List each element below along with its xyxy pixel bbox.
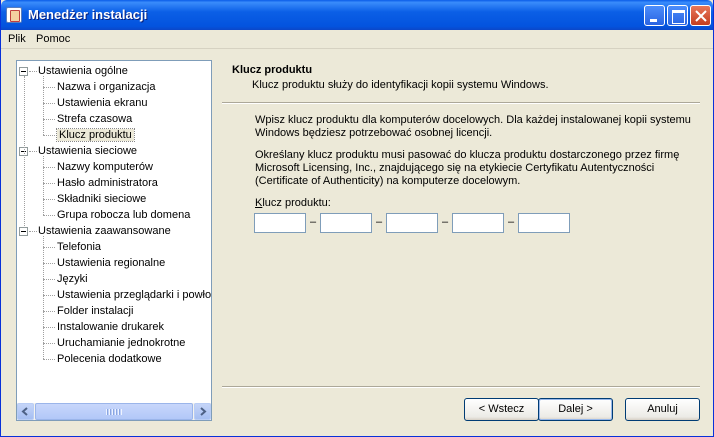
tree-item[interactable]: Uruchamianie jednokrotne — [57, 336, 185, 350]
product-key-field-1[interactable] — [254, 213, 306, 233]
tree-item-label: Grupa robocza lub domena — [57, 209, 191, 221]
back-button[interactable]: < Wstecz — [464, 398, 539, 421]
tree-item[interactable]: Nazwa i organizacja — [57, 80, 155, 94]
key-separator: – — [507, 216, 515, 228]
menu-bar: Plik Pomoc — [1, 30, 713, 49]
tree-group-0[interactable]: Ustawienia ogólne — [38, 64, 128, 78]
tree-item-label: Strefa czasowa — [57, 113, 133, 125]
maximize-button[interactable] — [667, 5, 688, 26]
next-button[interactable]: Dalej > — [538, 398, 613, 421]
product-key-field-4[interactable] — [452, 213, 504, 233]
tree-item[interactable]: Hasło administratora — [57, 176, 158, 190]
tree-item[interactable]: Instalowanie drukarek — [57, 320, 164, 334]
product-key-field-5[interactable] — [518, 213, 570, 233]
product-key-field-3[interactable] — [386, 213, 438, 233]
page-header: Klucz produktu Klucz produktu służy do i… — [222, 60, 700, 102]
tree-item-label: Nazwy komputerów — [57, 161, 153, 173]
tree-item[interactable]: Języki — [57, 272, 88, 286]
tree-item-label: Instalowanie drukarek — [57, 321, 165, 333]
page-title: Klucz produktu — [232, 64, 313, 76]
cancel-button[interactable]: Anuluj — [625, 398, 700, 421]
tree-item-label: Hasło administratora — [57, 177, 158, 189]
tree-item-label: Polecenia dodatkowe — [57, 353, 162, 365]
menu-help[interactable]: Pomoc — [36, 33, 70, 45]
app-icon — [6, 7, 22, 23]
footer-divider — [222, 386, 700, 388]
menu-file[interactable]: Plik — [8, 33, 26, 45]
tree-item[interactable]: Ustawienia ekranu — [57, 96, 148, 110]
close-icon — [695, 10, 707, 22]
tree-item-label: Telefonia — [57, 241, 102, 253]
tree-item[interactable]: Polecenia dodatkowe — [57, 352, 162, 366]
settings-tree[interactable]: Ustawienia ogólne Nazwa i organizacja Usta… — [16, 60, 212, 421]
tree-item[interactable]: Ustawienia przeglądarki i powłok — [57, 288, 212, 302]
tree-item-label: Języki — [57, 273, 88, 285]
tree-item[interactable]: Nazwy komputerów — [57, 160, 153, 174]
tree-item[interactable]: Ustawienia regionalne — [57, 256, 165, 270]
collapse-icon[interactable] — [19, 227, 28, 236]
tree-item[interactable]: Klucz produktu — [56, 128, 135, 142]
tree-group-label: Ustawienia sieciowe — [38, 145, 138, 157]
scroll-right-button[interactable] — [194, 403, 211, 420]
tree-item[interactable]: Strefa czasowa — [57, 112, 132, 126]
tree-item[interactable]: Telefonia — [57, 240, 101, 254]
key-separator: – — [309, 216, 317, 228]
installer-window: Menedżer instalacji Plik Pomoc Ustawieni… — [0, 0, 714, 437]
instruction-text: Wpisz klucz produktu dla komputerów doce… — [255, 114, 691, 139]
product-key-field-2[interactable] — [320, 213, 372, 233]
key-separator: – — [375, 216, 383, 228]
tree-horizontal-scrollbar[interactable] — [17, 403, 211, 420]
product-key-label-rest: lucz produktu: — [262, 197, 331, 209]
header-divider — [222, 102, 700, 104]
tree-item-label: Nazwa i organizacja — [57, 81, 156, 93]
tree-item-label: Składniki sieciowe — [57, 193, 147, 205]
license-info-text: Określany klucz produktu musi pasować do… — [255, 149, 680, 187]
tree-item-label: Ustawienia ekranu — [57, 97, 148, 109]
tree-item[interactable]: Grupa robocza lub domena — [57, 208, 190, 222]
tree-group-2[interactable]: Ustawienia zaawansowane — [38, 224, 171, 238]
tree-item-label: Klucz produktu — [56, 128, 135, 142]
page-subtitle: Klucz produktu służy do identyfikacji ko… — [252, 79, 549, 91]
collapse-icon[interactable] — [19, 67, 28, 76]
tree-group-1[interactable]: Ustawienia sieciowe — [38, 144, 137, 158]
minimize-button[interactable] — [644, 5, 665, 26]
scroll-thumb[interactable] — [35, 403, 193, 420]
chevron-left-icon — [21, 407, 28, 416]
tree-item-label: Ustawienia regionalne — [57, 257, 166, 269]
tree-item[interactable]: Składniki sieciowe — [57, 192, 146, 206]
tree-item-label: Folder instalacji — [57, 305, 134, 317]
tree-item[interactable]: Folder instalacji — [57, 304, 133, 318]
tree-group-label: Ustawienia zaawansowane — [38, 225, 171, 237]
title-bar[interactable]: Menedżer instalacji — [1, 0, 713, 30]
window-title: Menedżer instalacji — [28, 7, 148, 22]
chevron-right-icon — [200, 407, 207, 416]
scroll-left-button[interactable] — [17, 403, 34, 420]
key-separator: – — [441, 216, 449, 228]
tree-item-label: Ustawienia przeglądarki i powłok — [57, 289, 212, 301]
tree-item-label: Uruchamianie jednokrotne — [57, 337, 186, 349]
tree-group-label: Ustawienia ogólne — [38, 65, 128, 77]
close-button[interactable] — [690, 5, 711, 26]
product-key-label: Klucz produktu: — [255, 197, 331, 209]
